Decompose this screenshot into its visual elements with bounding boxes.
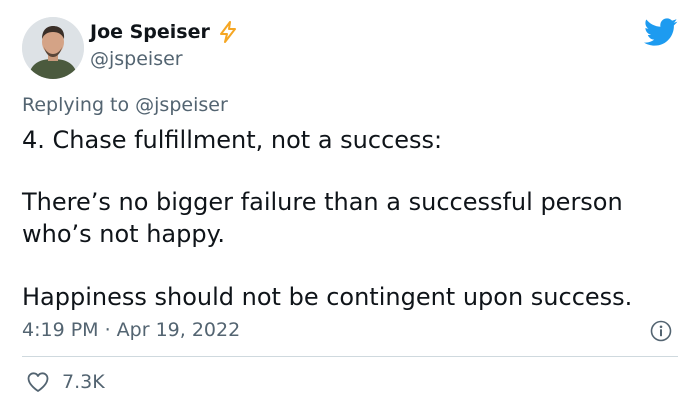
- replying-to: Replying to @jspeiser: [22, 94, 228, 116]
- tweet-card: Joe Speiser @jspeiser Replying to @jspei…: [0, 0, 700, 410]
- tweet-text-line-2: There’s no bigger failure than a success…: [22, 188, 623, 248]
- replying-to-label: Replying to: [22, 94, 136, 116]
- bolt-icon: [218, 21, 238, 43]
- like-button[interactable]: 7.3K: [26, 371, 105, 393]
- replying-to-mention[interactable]: @jspeiser: [135, 94, 228, 116]
- author-name-row[interactable]: Joe Speiser: [90, 21, 238, 43]
- tweet-text-line-3: Happiness should not be contingent upon …: [22, 283, 633, 311]
- author-handle[interactable]: @jspeiser: [90, 48, 183, 70]
- divider: [22, 356, 678, 357]
- info-icon[interactable]: [650, 320, 672, 342]
- heart-icon[interactable]: [26, 371, 50, 393]
- like-count: 7.3K: [62, 371, 105, 393]
- avatar[interactable]: [22, 17, 84, 79]
- tweet-text-line-1: 4. Chase fulfillment, not a success:: [22, 126, 443, 154]
- author-display-name[interactable]: Joe Speiser: [90, 21, 210, 43]
- tweet-timestamp[interactable]: 4:19 PM · Apr 19, 2022: [22, 319, 240, 341]
- twitter-bird-icon[interactable]: [644, 18, 678, 48]
